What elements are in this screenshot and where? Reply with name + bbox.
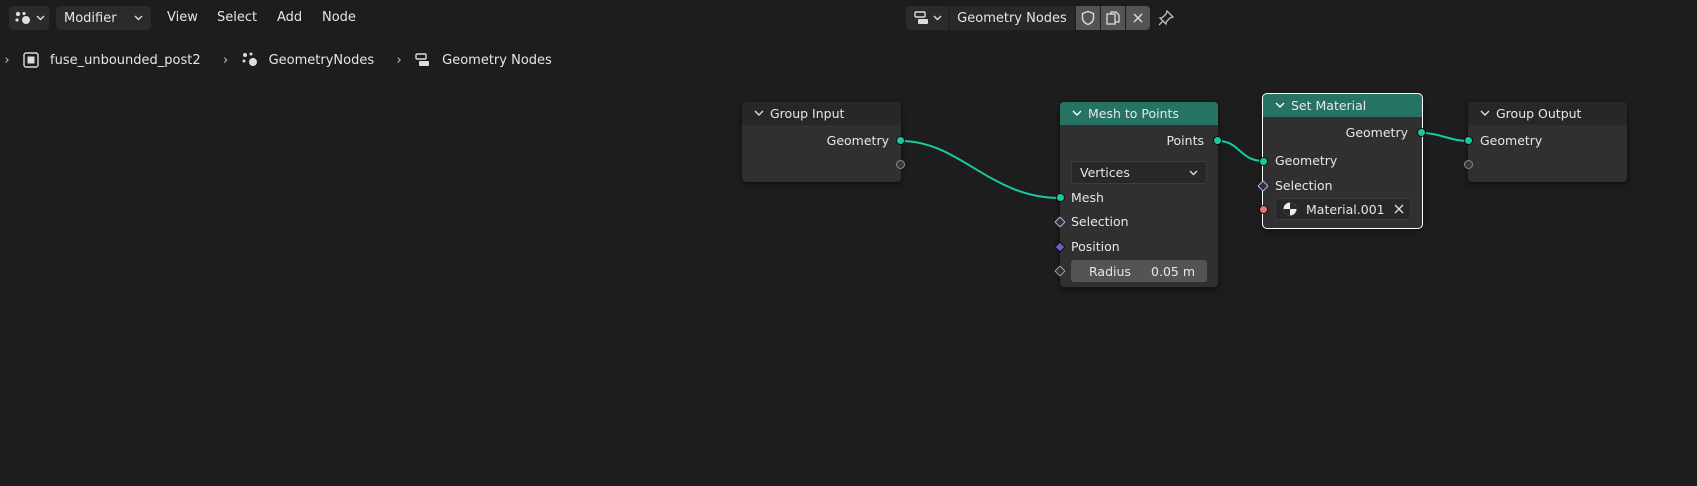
duplicate-button[interactable] bbox=[1101, 6, 1125, 30]
output-socket-geometry[interactable] bbox=[1417, 128, 1426, 137]
input-geometry-label: Geometry bbox=[1275, 153, 1338, 168]
output-geometry-label: Geometry bbox=[826, 133, 889, 148]
mode-dropdown-label: Vertices bbox=[1080, 165, 1130, 180]
radius-field[interactable]: Radius 0.05 m bbox=[1071, 260, 1207, 282]
menu-node[interactable]: Node bbox=[316, 6, 362, 30]
chevron-down-icon[interactable] bbox=[1480, 110, 1490, 117]
chevron-down-icon bbox=[1189, 170, 1198, 175]
mesh-to-points-node[interactable]: Mesh to Points Points Vertices Mesh Sele… bbox=[1054, 102, 1222, 287]
link-set-material-to-group-output[interactable] bbox=[1421, 132, 1469, 142]
breadcrumb-modifier-label: GeometryNodes bbox=[268, 52, 375, 68]
breadcrumb-modifier: GeometryNodes bbox=[241, 51, 375, 69]
breadcrumb: › fuse_unbounded_post2 › GeometryNodes ›… bbox=[0, 48, 570, 72]
node-tree-name-field[interactable]: Geometry Nodes bbox=[949, 6, 1075, 30]
input-socket-virtual[interactable] bbox=[1464, 160, 1473, 169]
material-icon bbox=[1283, 202, 1297, 216]
material-name: Material.001 bbox=[1306, 201, 1385, 217]
input-socket-radius[interactable] bbox=[1054, 265, 1066, 277]
output-geometry-label: Geometry bbox=[1345, 125, 1408, 140]
breadcrumb-node-tree: Geometry Nodes bbox=[414, 51, 552, 69]
node-tree-icon bbox=[913, 11, 928, 24]
mode-select[interactable]: Modifier bbox=[56, 6, 151, 30]
output-points-label: Points bbox=[1166, 133, 1204, 148]
node-editor-header: Modifier View Select Add Node Geometry N… bbox=[0, 0, 1697, 38]
menu-view[interactable]: View bbox=[161, 6, 204, 30]
breadcrumb-object: fuse_unbounded_post2 bbox=[22, 51, 201, 69]
node-header[interactable]: Group Input bbox=[742, 102, 901, 125]
output-socket-virtual[interactable] bbox=[896, 160, 905, 169]
node-title: Set Material bbox=[1291, 98, 1367, 113]
node-title: Group Output bbox=[1496, 106, 1582, 121]
duplicate-icon bbox=[1106, 11, 1120, 25]
node-header[interactable]: Group Output bbox=[1468, 102, 1627, 125]
geometry-nodes-editor-icon bbox=[15, 11, 30, 24]
node-tree-icon bbox=[415, 53, 430, 66]
chevron-down-icon bbox=[933, 15, 941, 21]
chevron-down-icon[interactable] bbox=[1275, 102, 1285, 109]
input-position-label: Position bbox=[1071, 239, 1120, 254]
pin-button[interactable] bbox=[1156, 8, 1176, 28]
breadcrumb-node-tree-label: Geometry Nodes bbox=[442, 52, 552, 68]
radius-label: Radius bbox=[1089, 263, 1131, 279]
chevron-down-icon[interactable] bbox=[1072, 110, 1082, 117]
mode-select-label: Modifier bbox=[64, 10, 117, 26]
group-input-node[interactable]: Group Input Geometry bbox=[742, 102, 905, 182]
chevron-right-icon[interactable]: › bbox=[0, 53, 14, 68]
node-title: Mesh to Points bbox=[1088, 106, 1179, 121]
object-icon bbox=[23, 52, 39, 68]
chevron-down-icon bbox=[36, 15, 45, 21]
unlink-button[interactable] bbox=[1126, 6, 1150, 30]
geometry-nodes-modifier-icon bbox=[242, 52, 257, 66]
chevron-down-icon[interactable] bbox=[754, 110, 764, 117]
material-field[interactable]: Material.001 bbox=[1275, 198, 1411, 220]
input-selection-label: Selection bbox=[1275, 178, 1333, 193]
radius-value: 0.05 m bbox=[1151, 263, 1195, 279]
shield-fake-user-icon bbox=[1081, 10, 1095, 26]
node-title: Group Input bbox=[770, 106, 845, 121]
output-socket-geometry[interactable] bbox=[896, 136, 905, 145]
link-group-input-to-mesh[interactable] bbox=[900, 140, 1061, 199]
node-header[interactable]: Set Material bbox=[1263, 94, 1422, 117]
mode-dropdown[interactable]: Vertices bbox=[1071, 161, 1207, 184]
node-tree-selector: Geometry Nodes bbox=[906, 6, 1150, 30]
menu-select[interactable]: Select bbox=[211, 6, 263, 30]
editor-type-button[interactable] bbox=[9, 6, 49, 30]
output-socket-points[interactable] bbox=[1213, 136, 1222, 145]
close-icon[interactable] bbox=[1394, 204, 1404, 214]
fake-user-button[interactable] bbox=[1076, 6, 1100, 30]
node-tree-browse-button[interactable] bbox=[906, 6, 948, 30]
input-socket-material[interactable] bbox=[1259, 205, 1268, 214]
chevron-right-icon: › bbox=[396, 52, 402, 68]
set-material-node[interactable]: Set Material Geometry Geometry Selection… bbox=[1257, 93, 1426, 229]
node-header[interactable]: Mesh to Points bbox=[1060, 102, 1218, 125]
group-output-node[interactable]: Group Output Geometry bbox=[1464, 102, 1627, 182]
pin-icon bbox=[1158, 9, 1175, 26]
node-links bbox=[900, 132, 1469, 199]
input-geometry-label: Geometry bbox=[1480, 133, 1543, 148]
close-icon bbox=[1133, 13, 1143, 23]
input-mesh-label: Mesh bbox=[1071, 190, 1104, 205]
chevron-right-icon: › bbox=[223, 52, 229, 68]
breadcrumb-object-label: fuse_unbounded_post2 bbox=[50, 52, 201, 68]
input-selection-label: Selection bbox=[1071, 214, 1129, 229]
chevron-down-icon bbox=[134, 15, 143, 21]
menu-add[interactable]: Add bbox=[271, 6, 308, 30]
link-points-to-set-material[interactable] bbox=[1217, 140, 1264, 162]
